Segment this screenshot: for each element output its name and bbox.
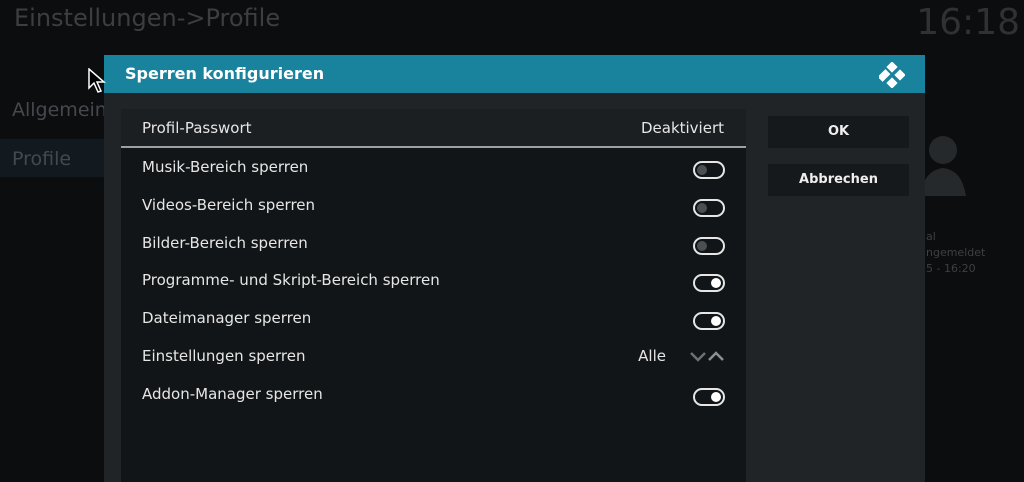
row-lock-music[interactable]: Musik-Bereich sperren — [121, 148, 746, 186]
toggle-knob — [711, 316, 721, 326]
row-label: Profil-Passwort — [142, 119, 252, 137]
row-lock-addon-manager[interactable]: Addon-Manager sperren — [121, 375, 746, 413]
kodi-logo-icon — [879, 62, 905, 88]
bg-info-line: al — [926, 230, 936, 243]
row-profile-password[interactable]: Profil-Passwort Deaktiviert — [121, 109, 746, 148]
row-lock-settings[interactable]: Einstellungen sperren Alle — [121, 337, 746, 375]
row-label: Dateimanager sperren — [142, 309, 312, 327]
menu-item-general[interactable]: Allgemein — [12, 99, 107, 121]
row-label: Musik-Bereich sperren — [142, 158, 309, 176]
ok-button[interactable]: OK — [768, 116, 909, 148]
bg-info-line: ngemeldet — [926, 246, 986, 259]
row-label: Einstellungen sperren — [142, 347, 306, 365]
menu-item-profile[interactable]: Profile — [12, 148, 71, 170]
spinner-arrows-icon[interactable] — [690, 350, 724, 362]
row-label: Bilder-Bereich sperren — [142, 234, 308, 252]
clock: 16:18 — [916, 2, 1020, 43]
lock-settings-dialog: Sperren konfigurieren Profil-Passwort De… — [104, 55, 925, 482]
row-label: Videos-Bereich sperren — [142, 196, 316, 214]
settings-list: Profil-Passwort Deaktiviert Musik-Bereic… — [121, 109, 746, 482]
bg-info-line: 5 - 16:20 — [926, 262, 976, 275]
toggle-knob — [697, 241, 707, 251]
row-label: Programme- und Skript-Bereich sperren — [142, 271, 440, 289]
row-lock-programs[interactable]: Programme- und Skript-Bereich sperren — [121, 261, 746, 299]
row-value: Alle — [638, 347, 666, 365]
toggle-switch[interactable] — [693, 161, 725, 179]
dialog-title: Sperren konfigurieren — [125, 64, 325, 83]
row-label: Addon-Manager sperren — [142, 385, 323, 403]
toggle-switch[interactable] — [693, 199, 725, 217]
toggle-switch[interactable] — [693, 237, 725, 255]
row-lock-pictures[interactable]: Bilder-Bereich sperren — [121, 224, 746, 262]
toggle-knob — [697, 203, 707, 213]
page-title: Einstellungen->Profile — [14, 4, 281, 32]
cancel-button[interactable]: Abbrechen — [768, 164, 909, 196]
avatar-icon — [920, 136, 966, 196]
dialog-header: Sperren konfigurieren — [104, 55, 925, 93]
mouse-pointer-icon — [88, 68, 106, 93]
toggle-knob — [711, 392, 721, 402]
toggle-switch[interactable] — [693, 312, 725, 330]
toggle-knob — [697, 165, 707, 175]
toggle-knob — [711, 278, 721, 288]
row-lock-videos[interactable]: Videos-Bereich sperren — [121, 186, 746, 224]
toggle-switch[interactable] — [693, 274, 725, 292]
row-value: Deaktiviert — [640, 119, 724, 137]
toggle-switch[interactable] — [693, 388, 725, 406]
row-lock-filemanager[interactable]: Dateimanager sperren — [121, 299, 746, 337]
